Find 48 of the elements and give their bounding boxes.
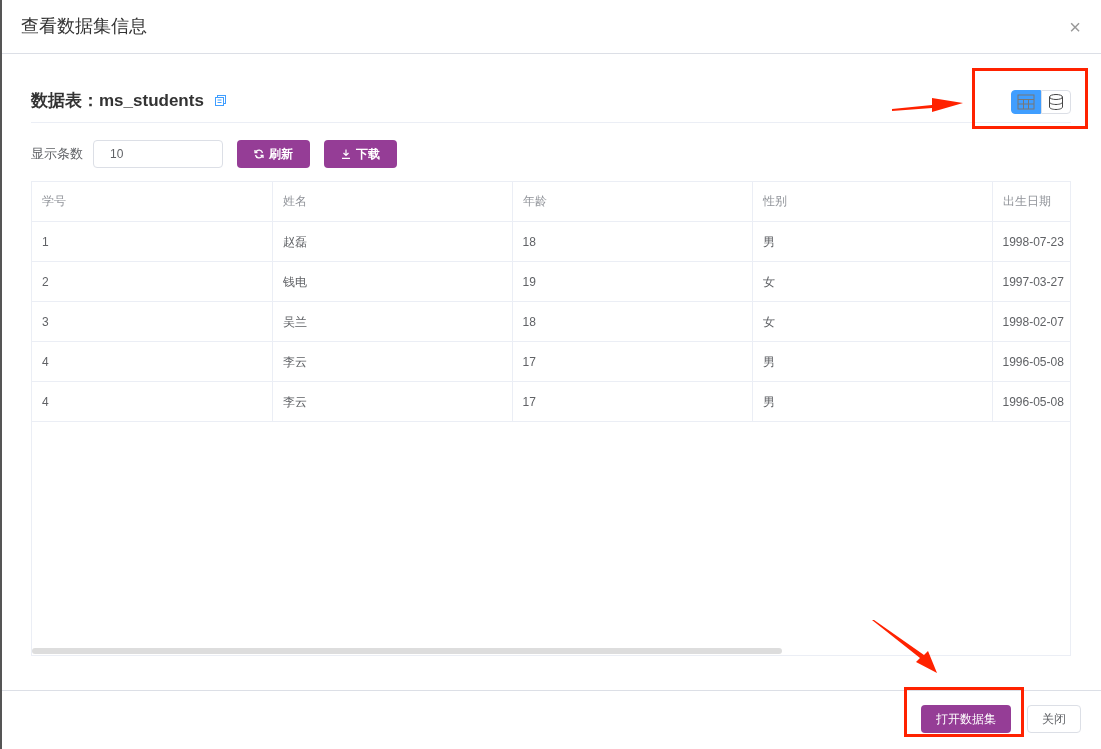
download-icon bbox=[341, 148, 351, 159]
table-cell: 1996-05-08 bbox=[992, 381, 1070, 422]
dialog-title: 查看数据集信息 bbox=[21, 15, 147, 38]
table-cell: 18 bbox=[512, 301, 752, 342]
column-header[interactable]: 性别 bbox=[752, 181, 992, 222]
table-cell: 女 bbox=[752, 261, 992, 302]
table-cell: 18 bbox=[512, 221, 752, 262]
table-cell: 男 bbox=[752, 381, 992, 422]
rows-input[interactable]: 10 bbox=[93, 139, 223, 168]
table-cell: 17 bbox=[512, 341, 752, 382]
table-cell: 1998-02-07 bbox=[992, 301, 1070, 342]
rows-label: 显示条数 bbox=[31, 144, 83, 163]
table-name-heading: 数据表：ms_students bbox=[31, 90, 204, 112]
column-header[interactable]: 学号 bbox=[32, 181, 272, 222]
horizontal-scrollbar[interactable] bbox=[32, 647, 782, 654]
database-icon bbox=[1048, 92, 1064, 111]
table-cell: 19 bbox=[512, 261, 752, 302]
table-cell: 赵磊 bbox=[272, 221, 512, 262]
grid-icon bbox=[1017, 93, 1035, 110]
close-dialog-button[interactable]: 关闭 bbox=[1027, 705, 1081, 733]
table-cell: 女 bbox=[752, 301, 992, 342]
refresh-icon bbox=[254, 148, 264, 159]
table-cell: 4 bbox=[32, 341, 272, 382]
column-header[interactable]: 年龄 bbox=[512, 181, 752, 222]
table-cell: 男 bbox=[752, 221, 992, 262]
download-button[interactable]: 下载 bbox=[324, 139, 397, 168]
table-cell: 李云 bbox=[272, 381, 512, 422]
table-cell: 3 bbox=[32, 301, 272, 342]
table-view-button[interactable] bbox=[1011, 89, 1041, 114]
open-dataset-button[interactable]: 打开数据集 bbox=[921, 705, 1011, 733]
table-cell: 男 bbox=[752, 341, 992, 382]
database-view-button[interactable] bbox=[1041, 89, 1071, 114]
table-cell: 4 bbox=[32, 381, 272, 422]
annotation-arrow bbox=[872, 620, 938, 674]
table-cell: 2 bbox=[32, 261, 272, 302]
table-cell: 李云 bbox=[272, 341, 512, 382]
table-cell: 1997-03-27 bbox=[992, 261, 1070, 302]
table-cell: 1998-07-23 bbox=[992, 221, 1070, 262]
column-header[interactable]: 出生日期 bbox=[992, 181, 1070, 222]
column-header[interactable]: 姓名 bbox=[272, 181, 512, 222]
table-cell: 1 bbox=[32, 221, 272, 262]
table-cell: 钱电 bbox=[272, 261, 512, 302]
table-cell: 1996-05-08 bbox=[992, 341, 1070, 382]
copy-icon[interactable] bbox=[213, 94, 227, 108]
refresh-button[interactable]: 刷新 bbox=[237, 139, 310, 168]
close-button[interactable]: × bbox=[1069, 16, 1081, 37]
table-cell: 吴兰 bbox=[272, 301, 512, 342]
table-cell: 17 bbox=[512, 381, 752, 422]
